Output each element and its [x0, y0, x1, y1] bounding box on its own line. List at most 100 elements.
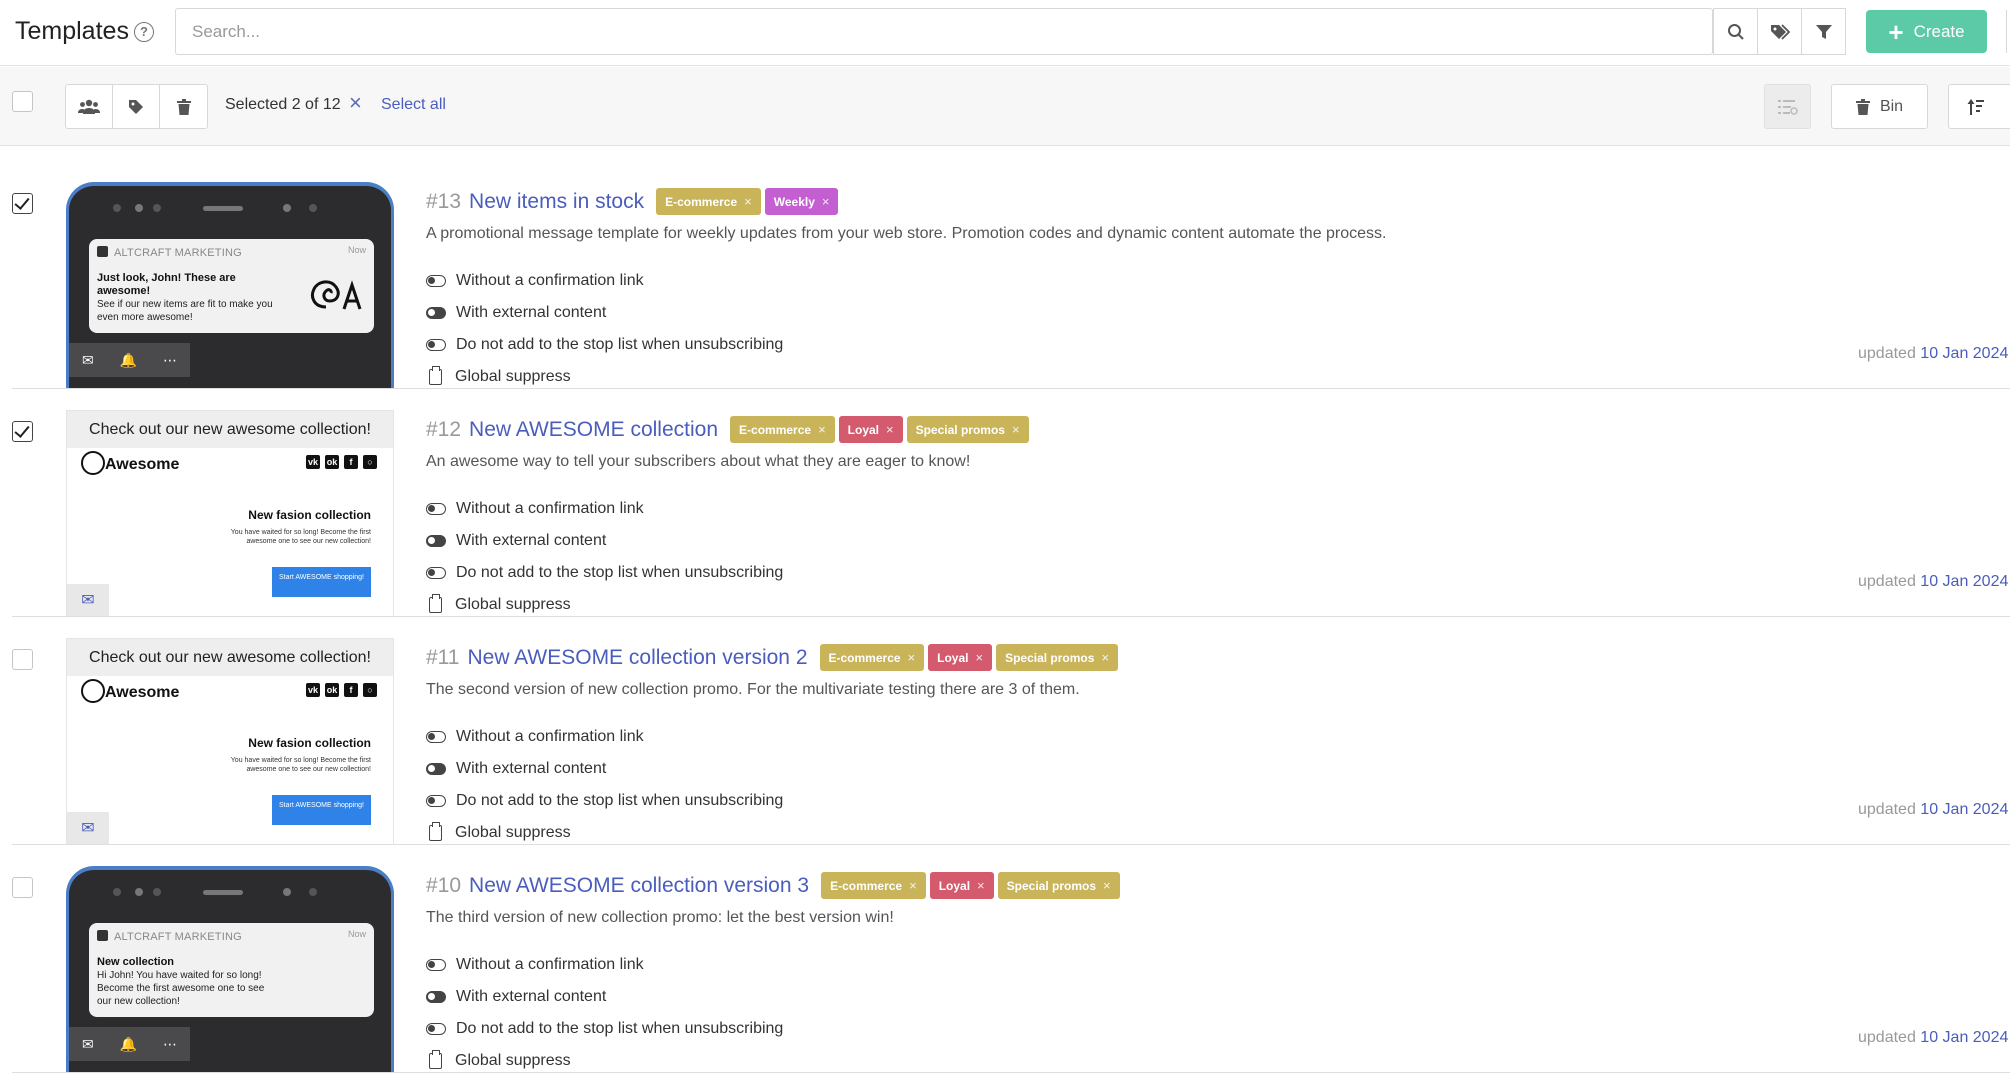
push-notification-card: ALTCRAFT MARKETING Now Just look, John! … [89, 239, 374, 333]
toggle-icon [426, 959, 446, 971]
email-headline: New fasion collection [248, 736, 371, 750]
tag-badge[interactable]: Loyal × [929, 872, 994, 899]
template-property: Do not add to the stop list when unsubsc… [426, 1013, 783, 1045]
help-icon[interactable]: ? [134, 22, 154, 42]
view-settings-button[interactable] [1764, 84, 1811, 129]
remove-tag-icon[interactable]: × [1103, 878, 1111, 893]
push-preview[interactable]: ALTCRAFT MARKETING Now New collection Hi… [66, 866, 394, 1073]
push-time: Now [347, 245, 366, 255]
toggle-icon [426, 503, 446, 515]
tag-badge[interactable]: Loyal × [838, 416, 903, 443]
more-icon: ⋯ [163, 1035, 178, 1052]
social-icons: vk ok f ○ [306, 455, 377, 469]
row-checkbox[interactable] [12, 193, 33, 214]
remove-tag-icon[interactable]: × [909, 878, 917, 893]
envelope-icon: ✉ [81, 820, 95, 837]
tag-list: E-commerce × Loyal × Special promos × [816, 644, 1119, 671]
create-label: Create [1913, 21, 1965, 41]
tag-badge[interactable]: Loyal × [928, 644, 993, 671]
template-name-link[interactable]: New items in stock [469, 190, 644, 214]
template-property: Without a confirmation link [426, 265, 783, 297]
app-icon [97, 246, 108, 257]
remove-tag-icon[interactable]: × [822, 194, 830, 209]
ok-icon: ok [325, 455, 339, 469]
row-checkbox[interactable] [12, 877, 33, 898]
tag-badge[interactable]: Special promos × [996, 644, 1119, 671]
row-checkbox[interactable] [12, 649, 33, 670]
template-name-link[interactable]: New AWESOME collection version 2 [467, 646, 807, 670]
email-preview[interactable]: Check out our new awesome collection! Aw… [66, 410, 394, 617]
remove-tag-icon[interactable]: × [744, 194, 752, 209]
toggle-icon [426, 1023, 446, 1035]
assign-group-button[interactable] [66, 85, 113, 128]
search-icon [1727, 23, 1744, 40]
email-subject: Check out our new awesome collection! [67, 411, 393, 448]
email-cta: Start AWESOME shopping! [272, 795, 371, 825]
tags-filter-button[interactable] [1757, 8, 1802, 55]
tags-icon [1770, 23, 1790, 40]
tag-badge[interactable]: E-commerce × [730, 416, 835, 443]
template-property: Do not add to the stop list when unsubsc… [426, 329, 783, 361]
search-input[interactable] [176, 9, 1712, 54]
sort-button[interactable] [1948, 84, 2010, 129]
template-row[interactable]: Check out our new awesome collection! Aw… [0, 617, 2010, 845]
template-description: An awesome way to tell your subscribers … [426, 453, 971, 470]
select-all-checkbox[interactable] [12, 91, 33, 112]
push-preview[interactable]: ALTCRAFT MARKETING Now Just look, John! … [66, 182, 394, 389]
bin-button[interactable]: Bin [1831, 84, 1928, 129]
filter-button[interactable] [1801, 8, 1846, 55]
vk-icon: vk [306, 683, 320, 697]
phone-sensors [69, 204, 391, 214]
template-number: #12 [426, 417, 462, 441]
create-button[interactable]: + Create [1866, 10, 1987, 53]
tag-badge[interactable]: E-commerce × [821, 872, 926, 899]
tag-badge[interactable]: Special promos × [997, 872, 1120, 899]
trash-icon [1855, 98, 1870, 115]
vk-icon: vk [306, 455, 320, 469]
push-app-name: ALTCRAFT MARKETING [97, 930, 242, 943]
tag-badge[interactable]: Special promos × [906, 416, 1029, 443]
envelope-icon: ✉ [81, 1035, 94, 1052]
remove-tag-icon[interactable]: × [818, 422, 826, 437]
push-channel-tabs: ✉ 🔔 ⋯ [69, 1027, 190, 1061]
phone-sensors [69, 888, 391, 898]
template-properties: Without a confirmation link With external… [426, 949, 783, 1077]
template-row[interactable]: ALTCRAFT MARKETING Now Just look, John! … [0, 161, 2010, 389]
header-edge [2006, 10, 2010, 53]
toggle-icon [426, 567, 446, 579]
email-body: You have waited for so long! Become the … [230, 529, 371, 545]
email-preview[interactable]: Check out our new awesome collection! Aw… [66, 638, 394, 845]
remove-tag-icon[interactable]: × [1012, 422, 1020, 437]
template-row[interactable]: Check out our new awesome collection! Aw… [0, 389, 2010, 617]
remove-tag-icon[interactable]: × [1101, 650, 1109, 665]
remove-tag-icon[interactable]: × [908, 650, 916, 665]
tag-badge[interactable]: E-commerce × [819, 644, 925, 671]
push-app-name: ALTCRAFT MARKETING [97, 246, 242, 259]
template-row[interactable]: ALTCRAFT MARKETING Now New collection Hi… [0, 845, 2010, 1073]
template-name-link[interactable]: New AWESOME collection version 3 [469, 874, 809, 898]
search-box [175, 8, 1713, 55]
clear-selection-icon[interactable]: × [349, 90, 362, 116]
select-all-link[interactable]: Select all [381, 96, 446, 114]
envelope-icon: ✉ [81, 351, 94, 368]
push-body: See if our new items are fit to make you… [97, 299, 273, 323]
row-checkbox[interactable] [12, 421, 33, 442]
phone-frame: ALTCRAFT MARKETING Now Just look, John! … [66, 182, 394, 389]
tag-badge[interactable]: E-commerce × [656, 188, 761, 215]
remove-tag-icon[interactable]: × [975, 650, 983, 665]
template-property: Without a confirmation link [426, 721, 783, 753]
remove-tag-icon[interactable]: × [977, 878, 985, 893]
ok-icon: ok [325, 683, 339, 697]
template-property: Do not add to the stop list when unsubsc… [426, 557, 783, 589]
push-notification-card: ALTCRAFT MARKETING Now New collection Hi… [89, 923, 374, 1017]
clipboard-icon [429, 594, 442, 613]
template-name-link[interactable]: New AWESOME collection [469, 418, 718, 442]
delete-selected-button[interactable] [160, 85, 207, 128]
template-property: Do not add to the stop list when unsubsc… [426, 785, 783, 817]
toggle-icon [426, 535, 446, 547]
remove-tag-icon[interactable]: × [886, 422, 894, 437]
assign-tag-button[interactable] [113, 85, 160, 128]
updated-timestamp: updated 10 Jan 2024 a [1858, 573, 2010, 590]
tag-badge[interactable]: Weekly × [764, 188, 839, 215]
search-button[interactable] [1713, 8, 1758, 55]
